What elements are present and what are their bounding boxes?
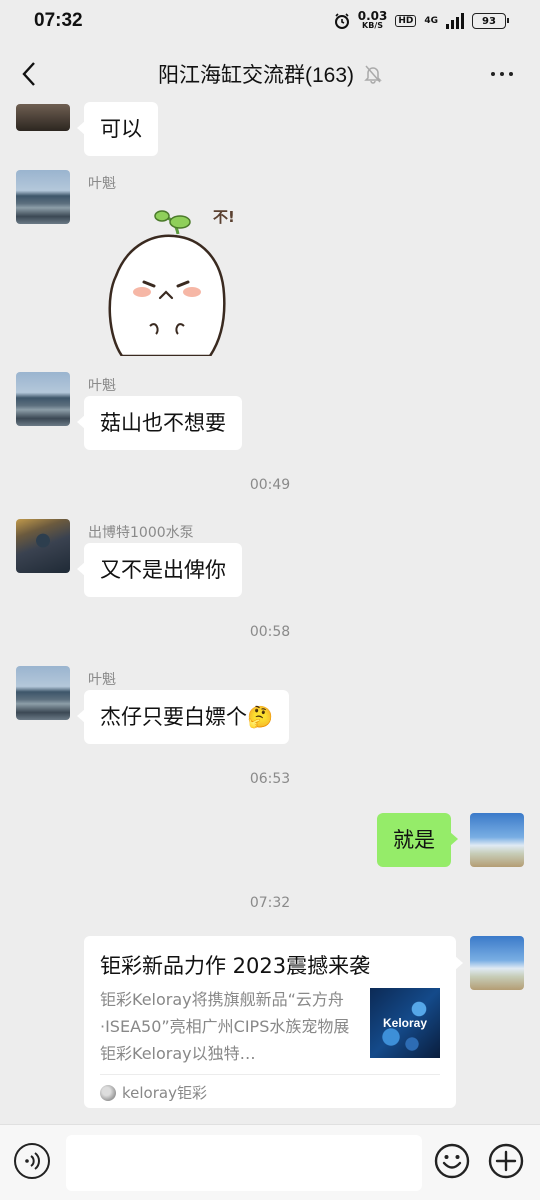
back-arrow-icon [22,62,35,86]
voice-input-button[interactable] [14,1143,50,1179]
back-button[interactable] [14,56,44,92]
article-title: 钜彩新品力作 2023震撼来袭 [100,954,371,978]
self-avatar[interactable] [470,936,524,990]
status-icons: 0.03 KB/S HD 4G 93 [334,9,509,31]
network-speed-unit: KB/S [362,21,384,30]
article-description: 钜彩Keloray将携旗舰新品“云方舟·ISEA50”亮相广州CIPS水族宠物展… [100,990,350,1063]
card-divider [100,1074,440,1075]
sender-name: 叶魁 [88,672,116,688]
message-timestamp: 07:32 [249,895,291,911]
emoji-button[interactable] [434,1143,470,1179]
message-bubble[interactable]: 又不是出俾你 [77,543,242,597]
more-options-button[interactable] [484,62,520,86]
chat-header: 阳江海缸交流群(163) [0,42,540,106]
battery-level: 93 [482,15,496,27]
message-timestamp: 06:53 [249,771,291,787]
network-speed: 0.03 KB/S [357,9,388,31]
voice-icon [25,1152,40,1170]
source-account-icon [100,1084,116,1101]
message-timestamp: 00:49 [249,477,291,493]
self-message-bubble[interactable]: 就是 [377,813,458,867]
avatar[interactable] [16,170,70,224]
sender-name: 叶魁 [88,176,116,192]
sticker-image [108,210,226,358]
source-name: keloray钜彩 [122,1084,207,1102]
message-timestamp: 00:58 [249,624,291,640]
signal-icon [446,13,464,29]
hd-badge: HD [395,15,417,27]
message-input[interactable] [66,1135,422,1191]
more-dot-icon [509,72,513,76]
message-bubble[interactable]: 菇山也不想要 [77,396,242,450]
thumbnail-logo-text: Keloray [382,1016,428,1030]
sticker-caption: 不! [213,208,235,226]
network-type: 4G [424,16,438,26]
more-dot-icon [491,72,495,76]
more-actions-plus-button[interactable] [488,1143,524,1179]
network-speed-value: 0.03 [357,9,388,23]
avatar[interactable] [16,666,70,720]
message-bubble[interactable]: 可以 [77,102,158,156]
message-bubble[interactable]: 杰仔只要白嫖个🤔 [76,690,290,744]
more-dot-icon [500,72,504,76]
status-time: 07:32 [34,10,83,31]
mute-bell-icon [364,65,382,84]
article-thumbnail: Keloray [370,988,440,1058]
avatar[interactable] [16,519,70,573]
sender-name: 出博特1000水泵 [88,525,194,541]
status-bar: 07:32 0.03 KB/S HD 4G 93 [0,0,540,42]
battery-icon: 93 [472,13,509,29]
shared-article-card[interactable]: 钜彩新品力作 2023震撼来袭 钜彩Keloray将携旗舰新品“云方舟·ISEA… [84,936,463,1108]
article-source: keloray钜彩 [100,1082,207,1103]
sticker-message[interactable]: 不! [100,206,240,358]
alarm-icon [334,13,349,29]
input-bar [0,1124,540,1200]
sender-name: 叶魁 [88,378,116,394]
self-avatar[interactable] [470,813,524,867]
avatar[interactable] [16,372,70,426]
avatar[interactable] [16,104,70,131]
chat-title: 阳江海缸交流群(163) [157,64,355,87]
